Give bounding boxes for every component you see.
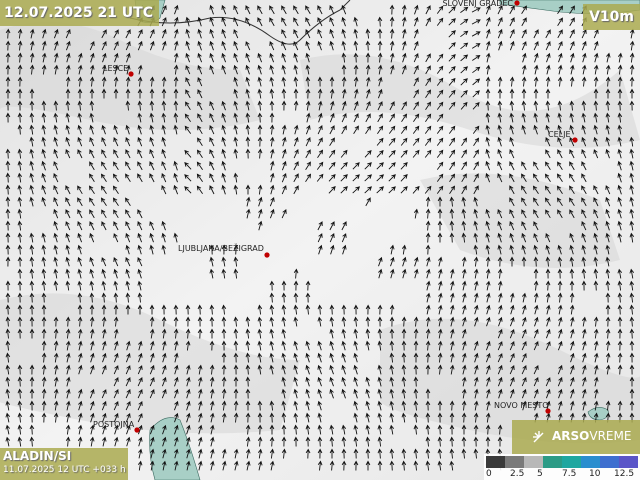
legend-color-segment bbox=[600, 456, 619, 468]
legend-color-segment bbox=[562, 456, 581, 468]
model-run-time: 11.07.2025 12 UTC +033 h bbox=[3, 465, 126, 475]
valid-time-title: 12.07.2025 21 UTC bbox=[0, 0, 159, 26]
legend-color-bar bbox=[486, 456, 638, 468]
logo-text: ARSOVREME bbox=[552, 429, 631, 443]
legend-tick: 10 bbox=[589, 469, 601, 479]
arso-logo: ARSOVREME bbox=[512, 420, 640, 454]
model-name: ALADIN/SI bbox=[3, 449, 72, 463]
legend-tick: 2.5 bbox=[510, 469, 525, 479]
legend-tick: 12.5 bbox=[614, 469, 635, 479]
model-info-panel: ALADIN/SI 11.07.2025 12 UTC +033 h bbox=[0, 448, 128, 480]
place-label: CELJE bbox=[548, 130, 571, 139]
legend-tick: 0 bbox=[486, 469, 492, 479]
legend-color-segment bbox=[505, 456, 524, 468]
legend-color-segment bbox=[486, 456, 505, 468]
legend-tick: 7.5 bbox=[562, 469, 577, 479]
arso-sun-icon bbox=[533, 431, 544, 443]
wind-map: SLOVENJ GRADEC LESCE CELJE LJUBLJANA/BEŽ… bbox=[0, 0, 640, 480]
legend-color-segment bbox=[524, 456, 543, 468]
place-label: SLOVENJ GRADEC bbox=[442, 0, 513, 8]
place-label: POSTOJNA bbox=[93, 420, 135, 429]
logo-text-light: VREME bbox=[589, 429, 632, 443]
place-label: LESCE bbox=[103, 64, 128, 73]
wind-speed-legend: 0 2.5 5 7.5 10 12.5 bbox=[484, 454, 640, 480]
legend-color-segment bbox=[581, 456, 600, 468]
place-label: NOVO MESTO bbox=[494, 401, 549, 410]
legend-color-segment bbox=[543, 456, 562, 468]
place-label: LJUBLJANA/BEŽIGRAD bbox=[178, 242, 264, 253]
place-slovenj-gradec: SLOVENJ GRADEC bbox=[442, 0, 520, 8]
variable-badge: V10m bbox=[583, 4, 640, 30]
legend-tick: 5 bbox=[537, 469, 543, 479]
legend-color-segment bbox=[619, 456, 638, 468]
logo-text-bold: ARSO bbox=[552, 429, 590, 443]
